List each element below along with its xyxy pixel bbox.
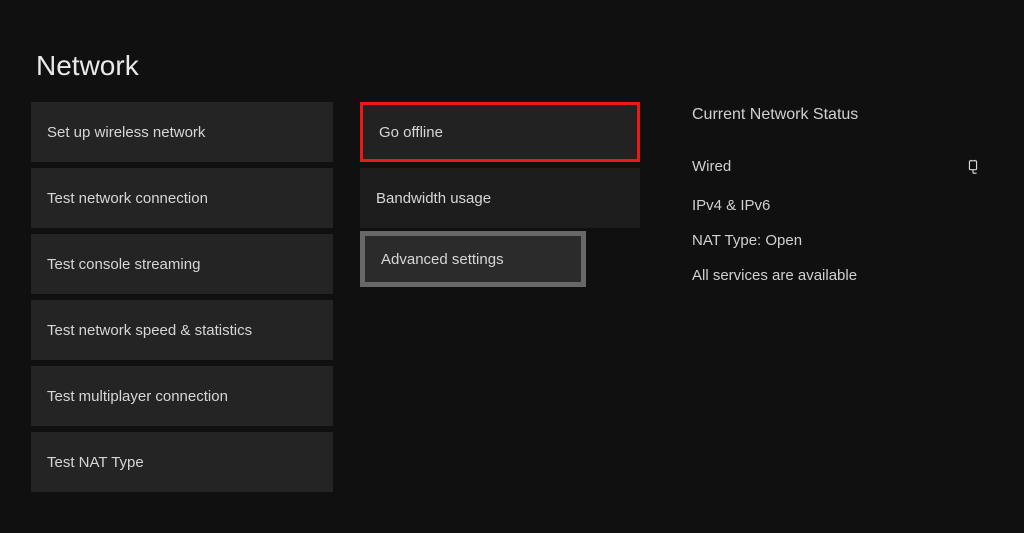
tile-test-multiplayer[interactable]: Test multiplayer connection bbox=[31, 366, 333, 426]
column-middle: Go offline Bandwidth usage Advanced sett… bbox=[360, 102, 640, 293]
tile-label: Bandwidth usage bbox=[376, 190, 491, 207]
tile-label: Test console streaming bbox=[47, 256, 200, 273]
status-nat: NAT Type: Open bbox=[692, 232, 992, 249]
status-connection-label: Wired bbox=[692, 158, 731, 175]
status-heading: Current Network Status bbox=[692, 106, 992, 124]
status-ip: IPv4 & IPv6 bbox=[692, 197, 992, 214]
column-left: Set up wireless network Test network con… bbox=[31, 102, 333, 498]
tile-advanced-settings[interactable]: Advanced settings bbox=[360, 231, 586, 287]
tile-test-speed-statistics[interactable]: Test network speed & statistics bbox=[31, 300, 333, 360]
tile-go-offline[interactable]: Go offline bbox=[360, 102, 640, 162]
tile-label: Go offline bbox=[379, 124, 443, 141]
tile-bandwidth-usage[interactable]: Bandwidth usage bbox=[360, 168, 640, 228]
tile-test-console-streaming[interactable]: Test console streaming bbox=[31, 234, 333, 294]
tile-set-up-wireless[interactable]: Set up wireless network bbox=[31, 102, 333, 162]
page-title: Network bbox=[36, 50, 139, 82]
status-panel: Current Network Status Wired IPv4 & IPv6… bbox=[692, 106, 992, 302]
tile-label: Test multiplayer connection bbox=[47, 388, 228, 405]
tile-label: Advanced settings bbox=[381, 251, 504, 268]
tile-test-network-connection[interactable]: Test network connection bbox=[31, 168, 333, 228]
tile-label: Set up wireless network bbox=[47, 124, 205, 141]
wired-icon bbox=[966, 159, 980, 175]
status-services: All services are available bbox=[692, 267, 992, 284]
status-connection-row: Wired bbox=[692, 158, 992, 175]
tile-label: Test network connection bbox=[47, 190, 208, 207]
tile-label: Test network speed & statistics bbox=[47, 322, 252, 339]
tile-test-nat-type[interactable]: Test NAT Type bbox=[31, 432, 333, 492]
tile-label: Test NAT Type bbox=[47, 454, 144, 471]
